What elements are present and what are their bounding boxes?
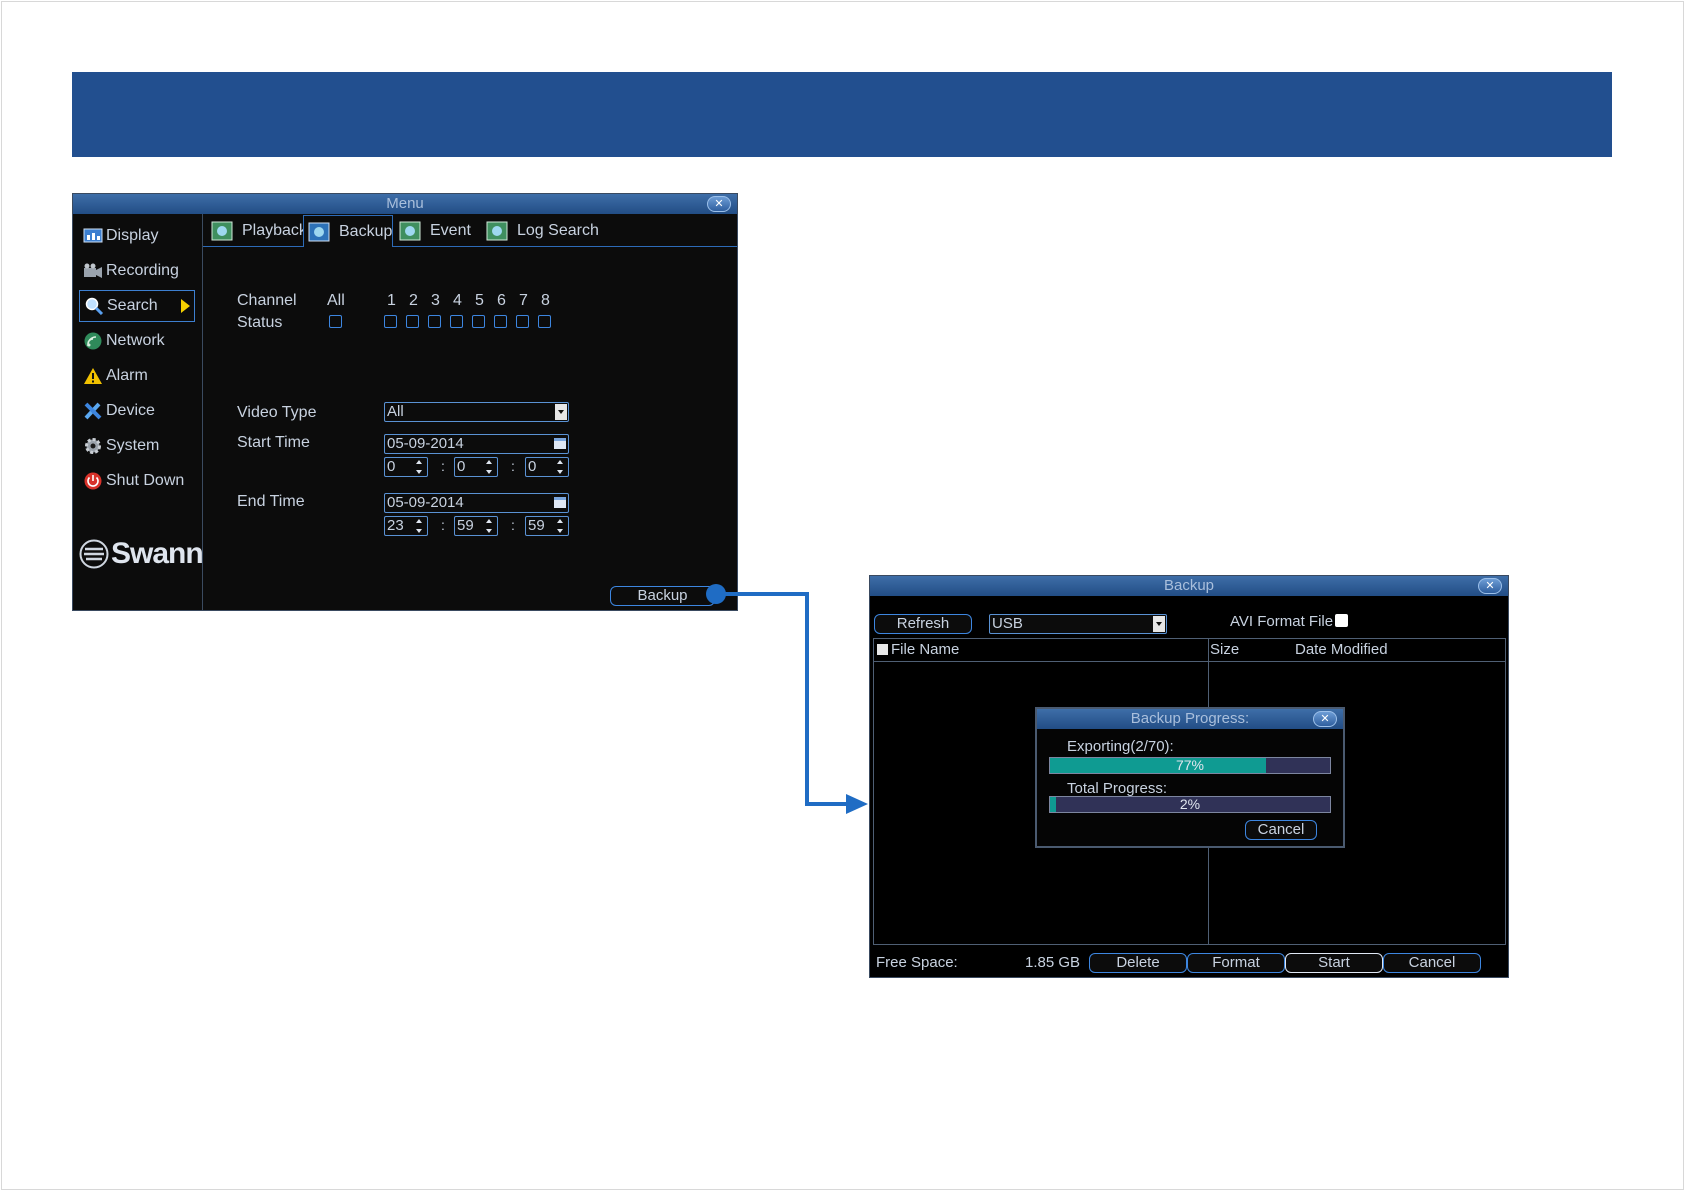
select-all-checkbox[interactable]	[877, 644, 888, 655]
total-percent: 2%	[1179, 796, 1201, 812]
chevron-down-icon[interactable]	[1153, 616, 1165, 632]
delete-button[interactable]: Delete	[1089, 953, 1187, 973]
column-header-date-modified[interactable]: Date Modified	[1295, 639, 1388, 661]
close-icon[interactable]: ✕	[1478, 578, 1502, 594]
device-select[interactable]: USB	[989, 614, 1167, 634]
exporting-progress-bar: 77%	[1049, 757, 1331, 774]
backup-titlebar: Backup ✕	[870, 576, 1508, 596]
cancel-button[interactable]: Cancel	[1383, 953, 1481, 973]
exporting-label: Exporting(2/70):	[1067, 738, 1174, 755]
start-button[interactable]: Start	[1285, 953, 1383, 973]
close-icon[interactable]: ✕	[1313, 711, 1337, 727]
connector-line	[716, 592, 848, 806]
column-header-file-name[interactable]: File Name	[891, 639, 959, 661]
avi-format-checkbox[interactable]	[1335, 614, 1348, 627]
free-space-value: 1.85 GB	[1025, 954, 1081, 971]
backup-progress-dialog: Backup Progress: ✕ Exporting(2/70): 77% …	[1035, 707, 1345, 848]
progress-cancel-button[interactable]: Cancel	[1245, 820, 1317, 840]
progress-titlebar: Backup Progress: ✕	[1037, 709, 1343, 729]
progress-title: Backup Progress:	[1130, 710, 1250, 727]
exporting-percent: 77%	[1175, 757, 1205, 773]
arrow-head-icon	[846, 794, 868, 814]
avi-format-label: AVI Format File	[1230, 613, 1334, 630]
backup-window: Backup ✕ Refresh USB AVI Format File Fil…	[869, 575, 1509, 978]
column-header-size[interactable]: Size	[1210, 639, 1239, 661]
backup-title: Backup	[1163, 577, 1215, 594]
device-value: USB	[992, 615, 1023, 632]
free-space-label: Free Space:	[876, 954, 958, 971]
header-divider	[874, 661, 1505, 662]
refresh-button[interactable]: Refresh	[874, 614, 972, 634]
format-button[interactable]: Format	[1187, 953, 1285, 973]
total-progress-label: Total Progress:	[1067, 780, 1168, 797]
total-progress-bar: 2%	[1049, 796, 1331, 813]
